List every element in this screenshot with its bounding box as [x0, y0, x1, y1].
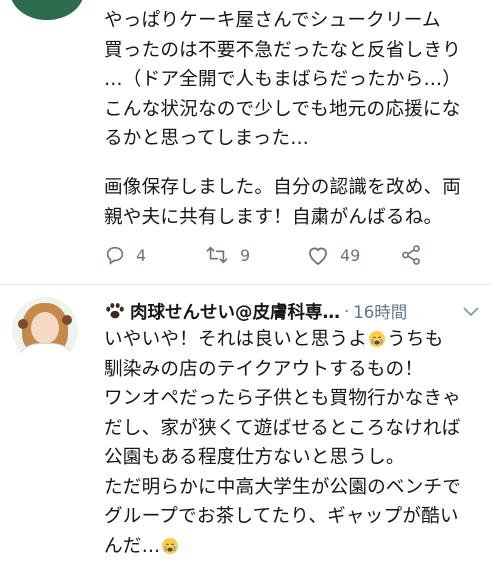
- user-avatar[interactable]: [10, 0, 84, 20]
- tweet-text-line: だし、家が狭くて遊ばせるところなければ: [104, 414, 461, 444]
- share-icon: [400, 244, 422, 266]
- tweet-text-line: ただ明らかに中高大学生が公園のベンチで: [104, 473, 461, 503]
- tweet-reply[interactable]: 肉球せんせい@皮膚科専… · 16時間 いやいや！それは良いと思うようちも 馴染…: [0, 285, 493, 551]
- heart-icon: [306, 244, 330, 266]
- tweet-text-line: …（ドア全開で人もまばらだったから…）: [104, 65, 461, 95]
- tweet-text-line: 公園もある程度仕方ないと思うし。: [104, 443, 461, 473]
- tweet-actions: 4 9 49: [104, 240, 444, 270]
- text-segment: んだ…: [104, 536, 160, 557]
- crying-face-icon: [161, 537, 179, 555]
- tweet-text-line: こんな状況なので少しでも地元の応援にな: [104, 95, 461, 125]
- tweet-text-line: るかと思ってしまった…: [104, 124, 461, 154]
- text-segment: うちも: [387, 329, 443, 350]
- crying-face-icon: [368, 330, 386, 348]
- tweet-text-line: いやいや！それは良いと思うようちも: [104, 325, 461, 355]
- tweet-text-line: やっぱりケーキ屋さんでシュークリーム: [104, 6, 461, 36]
- tweet-text-paragraph-2: 画像保存しました。自分の認識を改め、両 親や夫に共有します！自粛がんばるね。: [104, 173, 461, 232]
- tweet-text: いやいや！それは良いと思うようちも 馴染みの店のテイクアウトするもの！ ワンオペ…: [104, 325, 461, 561]
- tweet-text-line: グループでお茶してたり、ギャップが酷い: [104, 502, 461, 532]
- chevron-down-icon[interactable]: [462, 305, 480, 317]
- text-segment: いやいや！それは良いと思うよ: [104, 329, 367, 350]
- tweet-text-line: 買ったのは不要不急だったなと反省しきり: [104, 36, 461, 66]
- reply-count: 4: [136, 246, 146, 265]
- separator-dot: ·: [344, 302, 349, 321]
- tweet-text-line: ワンオペだったら子供とも買物行かなきゃ: [104, 384, 461, 414]
- like-button[interactable]: 49: [306, 240, 360, 270]
- tweet-original[interactable]: やっぱりケーキ屋さんでシュークリーム 買ったのは不要不急だったなと反省しきり ……: [0, 0, 493, 290]
- tweet-text-line: 画像保存しました。自分の認識を改め、両: [104, 173, 461, 203]
- display-name[interactable]: 肉球せんせい@皮膚科専…: [130, 299, 340, 324]
- tweet-timestamp[interactable]: 16時間: [353, 299, 407, 323]
- reply-button[interactable]: 4: [104, 240, 146, 270]
- tweet-text-line: 親や夫に共有します！自粛がんばるね。: [104, 203, 461, 233]
- user-avatar[interactable]: [12, 297, 78, 363]
- paw-icon: [104, 302, 126, 320]
- tweet-header: 肉球せんせい@皮膚科専… · 16時間: [104, 297, 407, 325]
- reply-icon: [104, 244, 126, 266]
- retweet-button[interactable]: 9: [204, 240, 250, 270]
- tweet-text-line: んだ…: [104, 532, 461, 561]
- tweet-text-paragraph-1: やっぱりケーキ屋さんでシュークリーム 買ったのは不要不急だったなと反省しきり ……: [104, 6, 461, 154]
- like-count: 49: [340, 246, 360, 265]
- share-button[interactable]: [400, 240, 422, 270]
- retweet-count: 9: [240, 246, 250, 265]
- retweet-icon: [204, 244, 230, 266]
- tweet-text-line: 馴染みの店のテイクアウトするもの！: [104, 355, 461, 385]
